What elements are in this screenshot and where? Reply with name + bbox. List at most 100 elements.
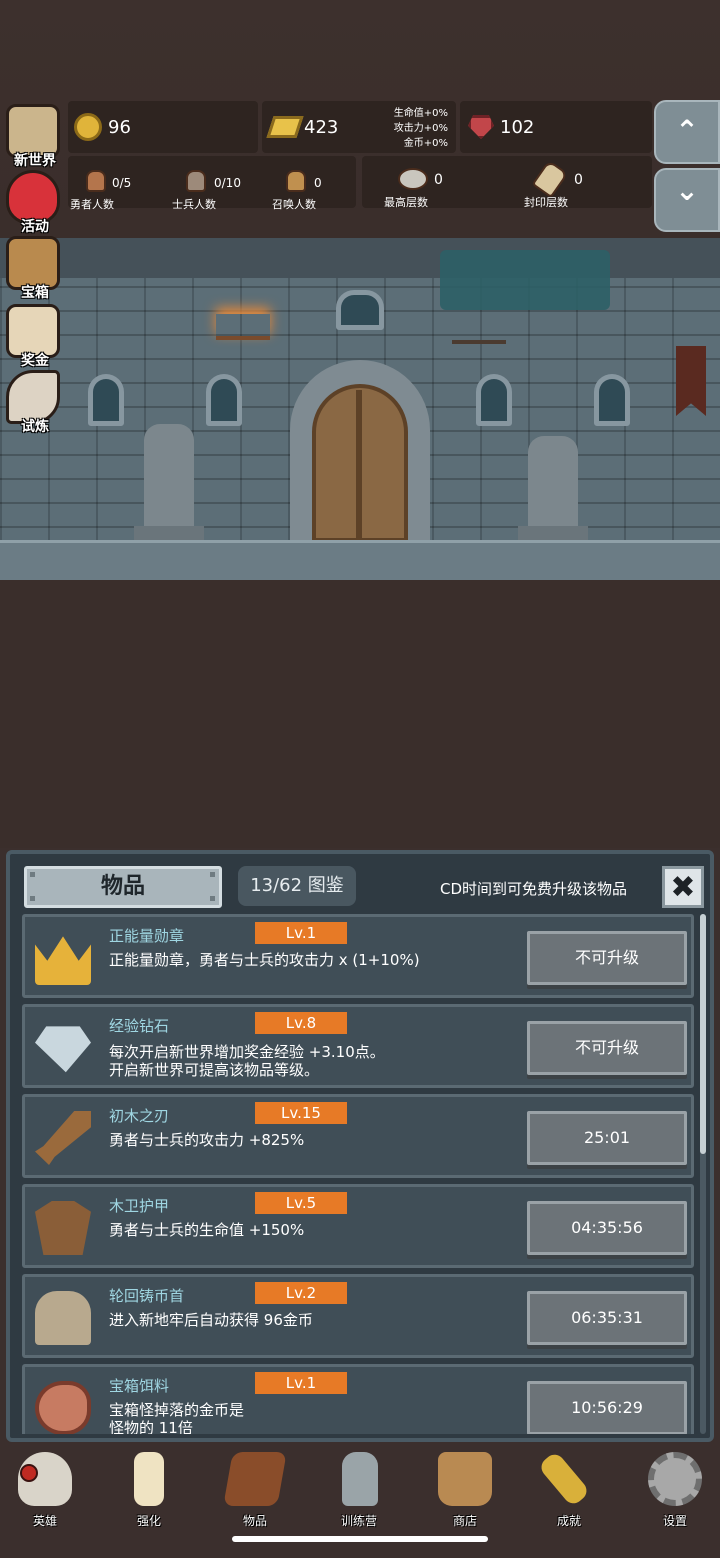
nav-achievements[interactable]: 成就 <box>528 1450 608 1530</box>
nav-enhance[interactable]: 强化 <box>108 1450 188 1530</box>
panel-title-text: 物品 <box>100 874 145 899</box>
nav-heroes[interactable]: 英雄 <box>4 1450 84 1530</box>
mug-icon <box>438 1452 492 1506</box>
castle-window <box>336 290 384 330</box>
nav-settings-label: 设置 <box>662 1514 687 1528</box>
hp-bonus: 生命值+0% <box>393 108 448 119</box>
diamond-icon <box>35 1026 91 1073</box>
gold-counter: 96 <box>68 101 258 153</box>
rivet <box>30 872 35 877</box>
scene-lower-area <box>0 580 720 848</box>
meat-icon <box>35 1381 91 1434</box>
door-seam <box>356 390 362 540</box>
floor-up-button[interactable]: ⌃ <box>654 100 720 164</box>
item-row: 宝箱饵料 Lv.1 宝箱怪掉落的金币是 怪物的 11倍 10:56:29 <box>22 1364 694 1434</box>
nav-settings[interactable]: 设置 <box>634 1450 714 1530</box>
item-description: 勇者与士兵的攻击力 +825% <box>109 1131 305 1149</box>
collection-label: 13/62 图鉴 <box>250 875 344 896</box>
item-description: 进入新地牢后自动获得 96金币 <box>109 1311 313 1329</box>
nav-items-label: 物品 <box>242 1514 267 1528</box>
item-level: Lv.1 <box>255 922 347 944</box>
gold-bar-counter: 423 生命值+0% 攻击力+0% 金币+0% <box>262 101 456 153</box>
item-level: Lv.5 <box>255 1192 347 1214</box>
max-floor-value: 0 <box>434 172 443 188</box>
castle-window <box>476 374 512 426</box>
sword-icon <box>35 1111 91 1165</box>
side-events[interactable]: 活动 <box>0 166 66 235</box>
crown-icon <box>35 936 91 985</box>
upgrade-button[interactable]: 不可升级 <box>527 931 687 985</box>
floor-down-button[interactable]: ⌄ <box>654 168 720 232</box>
home-indicator <box>232 1536 488 1542</box>
item-row: 初木之刃 Lv.15 勇者与士兵的攻击力 +825% 25:01 <box>22 1094 694 1178</box>
nav-enhance-label: 强化 <box>136 1514 161 1528</box>
wall-shadow <box>0 238 720 278</box>
nav-achievements-label: 成就 <box>556 1514 581 1528</box>
nav-shop[interactable]: 商店 <box>424 1450 504 1530</box>
chevron-up-icon: ⌃ <box>675 114 699 147</box>
castle-window <box>206 374 242 426</box>
soldier-count: 0/10 <box>214 176 241 190</box>
notification-dot <box>20 1464 38 1482</box>
castle-window <box>88 374 124 426</box>
coin-bonus: 金币+0% <box>403 138 448 149</box>
item-level: Lv.15 <box>255 1102 347 1124</box>
item-name: 木卫护甲 <box>109 1197 170 1215</box>
armor-icon <box>35 1201 91 1255</box>
nav-shop-label: 商店 <box>452 1514 477 1528</box>
red-gem-icon <box>468 115 494 139</box>
nav-training[interactable]: 训练营 <box>318 1450 398 1530</box>
upgrade-button[interactable]: 不可升级 <box>527 1021 687 1075</box>
item-description: 宝箱怪掉落的金币是 怪物的 11倍 <box>109 1401 245 1434</box>
gold-bar-icon <box>266 116 304 138</box>
floor-counters: 0 最高层数 0 封印层数 <box>362 156 652 209</box>
scroll-icon <box>531 159 569 199</box>
max-floor-label: 最高层数 <box>384 196 428 209</box>
item-name: 宝箱饵料 <box>109 1377 170 1395</box>
items-list[interactable]: 正能量勋章 Lv.1 正能量勋章，勇者与士兵的攻击力 x (1+10%) 不可升… <box>22 914 694 1434</box>
chandelier <box>452 318 506 344</box>
chevron-down-icon: ⌄ <box>675 174 699 207</box>
book-icon <box>223 1452 287 1506</box>
item-row: 木卫护甲 Lv.5 勇者与士兵的生命值 +150% 04:35:56 <box>22 1184 694 1268</box>
gem-counter: 102 <box>460 101 652 153</box>
item-level: Lv.1 <box>255 1372 347 1394</box>
summon-count: 0 <box>314 176 322 190</box>
cooldown-button[interactable]: 04:35:56 <box>527 1201 687 1255</box>
item-description: 勇者与士兵的生命值 +150% <box>109 1221 305 1239</box>
attack-bonus: 攻击力+0% <box>393 123 448 134</box>
side-chest[interactable]: 宝箱 <box>0 232 66 301</box>
item-row: 经验钻石 Lv.8 每次开启新世界增加奖金经验 +3.10点。 开启新世界可提高… <box>22 1004 694 1088</box>
castle-floor <box>0 540 720 580</box>
lantern-icon <box>342 1452 378 1506</box>
castle-window <box>594 374 630 426</box>
gold-coin-icon <box>74 113 102 141</box>
lit-chandelier <box>216 314 270 340</box>
rivet <box>30 896 35 901</box>
close-icon: ✖ <box>670 870 696 905</box>
item-description: 正能量勋章，勇者与士兵的攻击力 x (1+10%) <box>109 951 420 969</box>
gear-icon <box>648 1452 702 1506</box>
collection-button[interactable]: 13/62 图鉴 <box>238 866 356 906</box>
item-row: 轮回铸币首 Lv.2 进入新地牢后自动获得 96金币 06:35:31 <box>22 1274 694 1358</box>
side-trial[interactable]: 试炼 <box>0 366 66 435</box>
cooldown-button[interactable]: 10:56:29 <box>527 1381 687 1434</box>
soldier-count-label: 士兵人数 <box>172 198 216 211</box>
cooldown-button[interactable]: 06:35:31 <box>527 1291 687 1345</box>
nav-heroes-label: 英雄 <box>32 1514 57 1528</box>
panel-title: 物品 <box>24 866 222 908</box>
gold-value: 96 <box>108 117 131 138</box>
nav-items[interactable]: 物品 <box>214 1450 294 1530</box>
side-chest-label: 宝箱 <box>21 285 49 301</box>
item-description: 每次开启新世界增加奖金经验 +3.10点。 开启新世界可提高该物品等级。 <box>109 1043 385 1079</box>
side-new-world[interactable]: 新世界 <box>0 100 66 169</box>
close-button[interactable]: ✖ <box>662 866 704 908</box>
scrollbar-thumb[interactable] <box>700 914 706 1154</box>
item-level: Lv.2 <box>255 1282 347 1304</box>
stone-icon <box>398 168 428 190</box>
list-scrollbar[interactable] <box>700 914 706 1434</box>
side-bonus[interactable]: 奖金 <box>0 300 66 369</box>
items-panel: 物品 13/62 图鉴 CD时间到可免费升级该物品 ✖ 正能量勋章 Lv.1 正… <box>6 850 714 1442</box>
gold-bar-value: 423 <box>304 117 339 138</box>
cooldown-button[interactable]: 25:01 <box>527 1111 687 1165</box>
